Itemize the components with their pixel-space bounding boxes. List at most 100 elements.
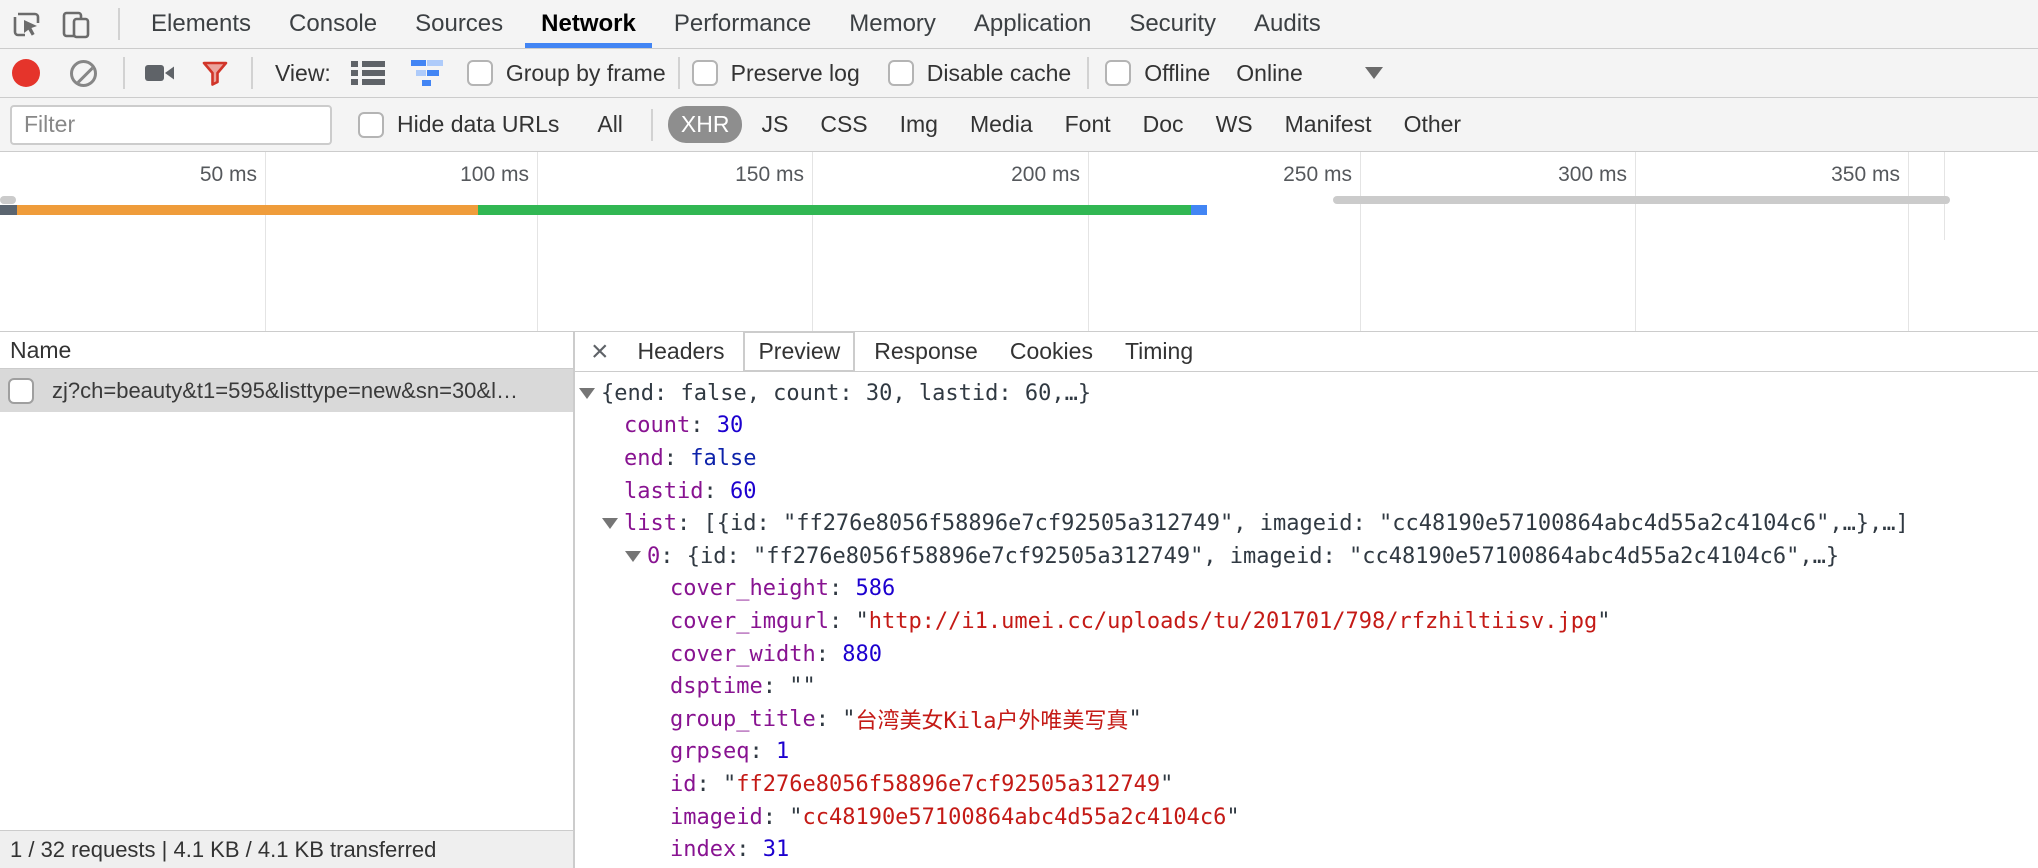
name-column-header[interactable]: Name — [0, 332, 573, 369]
json-token-bool: false — [690, 446, 756, 471]
request-row-checkbox[interactable] — [8, 378, 34, 404]
overview-segment-start — [0, 205, 17, 215]
device-toolbar-icon[interactable] — [60, 8, 92, 40]
preview-tree-row[interactable]: imageid: "cc48190e57100864abc4d55a2c4104… — [575, 801, 2038, 834]
preview-tree-row[interactable]: id: "ff276e8056f58896e7cf92505a312749" — [575, 768, 2038, 801]
preview-tree-row[interactable]: group_title: "台湾美女Kila户外唯美写真" — [575, 703, 2038, 736]
json-token-punct: : — [816, 707, 843, 732]
resource-filter-css[interactable]: CSS — [807, 106, 880, 143]
group-by-frame-checkbox[interactable] — [467, 60, 493, 86]
json-token-punct: "" — [789, 674, 816, 699]
chevron-down-icon[interactable] — [1365, 67, 1383, 79]
preview-tree-row[interactable]: end: false — [575, 442, 2038, 475]
tab-console[interactable]: Console — [270, 0, 396, 48]
tab-security[interactable]: Security — [1110, 0, 1235, 48]
tree-expander-icon[interactable] — [579, 388, 601, 399]
detail-tab-preview[interactable]: Preview — [743, 332, 855, 372]
json-token-str: ff276e8056f58896e7cf92505a312749 — [736, 772, 1160, 797]
hide-data-urls-checkbox[interactable] — [358, 112, 384, 138]
json-token-str: cc48190e57100864abc4d55a2c4104c6 — [802, 805, 1226, 830]
json-token-punct: : — [677, 511, 704, 536]
filter-funnel-icon[interactable] — [201, 59, 229, 87]
json-token-key: grpseq — [670, 739, 749, 764]
large-rows-icon[interactable] — [351, 60, 385, 86]
json-token-punct: " — [1128, 707, 1141, 732]
hide-data-urls-option: Hide data URLs — [358, 111, 559, 138]
overview-segment-dns-orange — [17, 205, 478, 215]
detail-tab-cookies[interactable]: Cookies — [997, 333, 1106, 370]
tree-expander-icon[interactable] — [602, 518, 624, 529]
tab-memory[interactable]: Memory — [830, 0, 955, 48]
clear-icon[interactable] — [70, 60, 97, 87]
tab-audits[interactable]: Audits — [1235, 0, 1340, 48]
json-token-plain: {end: false, count: 30, lastid: 60,…} — [601, 381, 1091, 406]
resource-filter-other[interactable]: Other — [1391, 106, 1475, 143]
tab-performance[interactable]: Performance — [655, 0, 830, 48]
preview-tree-row[interactable]: cover_height: 586 — [575, 573, 2038, 606]
show-overview-icon[interactable] — [411, 60, 445, 86]
request-detail-panel: × HeadersPreviewResponseCookiesTiming {e… — [575, 332, 2038, 868]
timeline-overview[interactable]: 50 ms100 ms150 ms200 ms250 ms300 ms350 m… — [0, 152, 2038, 332]
offline-option: Offline — [1105, 60, 1210, 87]
preview-tree-row[interactable]: {end: false, count: 30, lastid: 60,…} — [575, 377, 2038, 410]
resource-filter-font[interactable]: Font — [1052, 106, 1124, 143]
preserve-log-checkbox[interactable] — [692, 60, 718, 86]
json-token-punct: : — [690, 413, 717, 438]
json-token-num: 1 — [776, 739, 789, 764]
detail-tab-timing[interactable]: Timing — [1112, 333, 1206, 370]
overview-strip — [1333, 196, 1950, 204]
resource-filter-all[interactable]: All — [584, 106, 636, 143]
detail-tab-headers[interactable]: Headers — [625, 333, 738, 370]
json-token-key: cover_width — [670, 642, 816, 667]
close-icon[interactable]: × — [591, 337, 609, 367]
detail-tab-response[interactable]: Response — [861, 333, 991, 370]
tab-application[interactable]: Application — [955, 0, 1110, 48]
json-token-num: 586 — [855, 576, 895, 601]
preview-tree-row[interactable]: 0: {id: "ff276e8056f58896e7cf92505a31274… — [575, 540, 2038, 573]
request-row[interactable]: zj?ch=beauty&t1=595&listtype=new&sn=30&l… — [0, 369, 573, 412]
throttling-select-value[interactable]: Online — [1236, 60, 1302, 87]
filter-input[interactable] — [10, 105, 332, 145]
resource-filter-img[interactable]: Img — [887, 106, 951, 143]
inspect-element-icon[interactable] — [10, 8, 42, 40]
json-token-punct: : — [697, 772, 724, 797]
resource-filter-manifest[interactable]: Manifest — [1272, 106, 1385, 143]
preview-tree-row[interactable]: cover_width: 880 — [575, 638, 2038, 671]
resource-type-filter-list: All XHRJSCSSImgMediaFontDocWSManifestOthe… — [581, 106, 1477, 143]
screenshot-camera-icon[interactable] — [145, 62, 175, 84]
resource-filter-ws[interactable]: WS — [1203, 106, 1266, 143]
group-by-frame-label: Group by frame — [506, 60, 666, 87]
network-toolbar: View: Group by frame Preserve log — [0, 49, 2038, 98]
toolbar-divider — [678, 57, 680, 89]
preview-tree-row[interactable]: count: 30 — [575, 410, 2038, 443]
json-token-key: cover_imgurl — [670, 609, 829, 634]
tab-elements[interactable]: Elements — [132, 0, 270, 48]
preview-tree-row[interactable]: dsptime: "" — [575, 670, 2038, 703]
resource-filter-xhr[interactable]: XHR — [668, 106, 743, 143]
resource-filter-js[interactable]: JS — [748, 106, 801, 143]
record-button[interactable] — [12, 59, 40, 87]
resource-filter-media[interactable]: Media — [957, 106, 1046, 143]
preview-tree-row[interactable]: list: [{id: "ff276e8056f58896e7cf92505a3… — [575, 507, 2038, 540]
preview-tree-row[interactable]: index: 31 — [575, 833, 2038, 866]
summary-text: 1 / 32 requests | 4.1 KB / 4.1 KB transf… — [10, 837, 436, 863]
ruler-tick-label: 200 ms — [1011, 163, 1080, 187]
json-token-punct: : — [736, 837, 763, 862]
json-token-key: imageid — [670, 805, 763, 830]
preserve-log-option: Preserve log — [692, 60, 860, 87]
preview-tree-row[interactable]: lastid: 60 — [575, 475, 2038, 508]
json-token-key: cover_height — [670, 576, 829, 601]
json-token-num: 31 — [763, 837, 790, 862]
preview-tree-row[interactable]: cover_imgurl: "http://i1.umei.cc/uploads… — [575, 605, 2038, 638]
tab-network[interactable]: Network — [522, 0, 655, 48]
json-token-punct: " — [723, 772, 736, 797]
name-column-label: Name — [10, 337, 71, 364]
tree-expander-icon[interactable] — [625, 551, 647, 562]
disable-cache-checkbox[interactable] — [888, 60, 914, 86]
json-token-punct: : — [763, 674, 790, 699]
offline-checkbox[interactable] — [1105, 60, 1131, 86]
devtools-window: ElementsConsoleSourcesNetworkPerformance… — [0, 0, 2038, 868]
tab-sources[interactable]: Sources — [396, 0, 522, 48]
preview-tree-row[interactable]: grpseq: 1 — [575, 736, 2038, 769]
resource-filter-doc[interactable]: Doc — [1130, 106, 1197, 143]
